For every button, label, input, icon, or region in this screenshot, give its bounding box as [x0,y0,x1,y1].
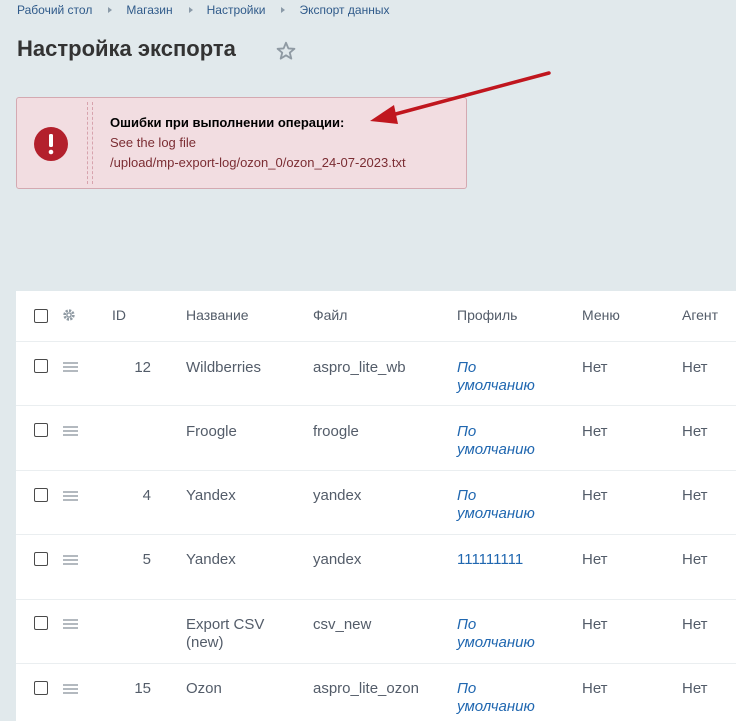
export-profiles-table: ID Название Файл Профиль Меню Агент 12 W… [16,291,736,721]
cell-profile-link[interactable]: По умолчанию [457,616,535,652]
cell-profile-link[interactable]: По умолчанию [457,680,535,716]
row-checkbox[interactable] [34,488,48,502]
breadcrumb-item-settings[interactable]: Настройки [207,3,266,17]
cell-id: 4 [142,487,151,504]
error-icon [34,127,68,161]
table-row[interactable]: Export CSV (new) csv_new По умолчанию Не… [16,600,736,664]
cell-id: 5 [142,551,151,568]
drag-handle-icon[interactable] [63,426,78,436]
favorite-star-icon[interactable] [275,40,297,62]
cell-profile-link[interactable]: По умолчанию [457,487,535,523]
drag-handle-icon[interactable] [63,362,78,372]
breadcrumb: Рабочий стол Магазин Настройки Экспорт д… [17,3,389,17]
breadcrumb-item-desktop[interactable]: Рабочий стол [17,3,92,17]
alert-divider [92,102,93,184]
cell-menu: Нет [582,359,608,376]
cell-name[interactable]: Export CSV (new) [186,616,264,652]
table-header-row: ID Название Файл Профиль Меню Агент [16,291,736,342]
alert-message: See the log file [110,135,197,150]
column-header-profile[interactable]: Профиль [457,307,517,323]
drag-handle-icon[interactable] [63,684,78,694]
cell-file: froogle [313,423,359,440]
cell-profile-link[interactable]: 111111111 [457,551,523,569]
alert-divider [87,102,88,184]
error-alert: Ошибки при выполнении операции: See the … [16,97,467,189]
breadcrumb-separator-icon [281,7,286,13]
cell-profile-link[interactable]: По умолчанию [457,423,535,459]
page-title: Настройка экспорта [17,36,236,61]
select-all-checkbox[interactable] [34,309,48,323]
cell-file: aspro_lite_wb [313,359,406,376]
cell-menu: Нет [582,680,608,697]
cell-menu: Нет [582,423,608,440]
row-checkbox[interactable] [34,616,48,630]
breadcrumb-separator-icon [108,7,113,13]
cell-name[interactable]: Yandex [186,487,236,505]
drag-handle-icon[interactable] [63,555,78,565]
cell-agent: Нет [682,680,708,697]
cell-menu: Нет [582,487,608,504]
cell-agent: Нет [682,359,708,376]
cell-file: aspro_lite_ozon [313,680,419,697]
row-checkbox[interactable] [34,552,48,566]
cell-name[interactable]: Ozon [186,680,222,698]
cell-menu: Нет [582,616,608,633]
breadcrumb-item-export[interactable]: Экспорт данных [299,3,389,17]
cell-file: yandex [313,487,362,504]
table-row[interactable]: 5 Yandex yandex 111111111 Нет Нет [16,535,736,600]
table-row[interactable]: Froogle froogle По умолчанию Нет Нет [16,406,736,471]
row-checkbox[interactable] [34,681,48,695]
cell-name[interactable]: Froogle [186,423,237,441]
alert-log-path: /upload/mp-export-log/ozon_0/ozon_24-07-… [110,155,406,170]
cell-id: 12 [134,359,151,376]
cell-agent: Нет [682,616,708,633]
cell-file: csv_new [313,616,372,633]
alert-title: Ошибки при выполнении операции: [110,115,345,130]
cell-name[interactable]: Yandex [186,551,236,569]
cell-file: yandex [313,551,362,568]
cell-name[interactable]: Wildberries [186,359,261,377]
column-header-agent[interactable]: Агент [682,307,718,323]
cell-menu: Нет [582,551,608,568]
row-checkbox[interactable] [34,423,48,437]
column-header-file[interactable]: Файл [313,307,347,323]
table-row[interactable]: 12 Wildberries aspro_lite_wb По умолчани… [16,342,736,406]
column-header-name[interactable]: Название [186,307,249,323]
breadcrumb-separator-icon [188,7,193,13]
drag-handle-icon[interactable] [63,491,78,501]
table-row[interactable]: 15 Ozon aspro_lite_ozon По умолчанию Нет… [16,664,736,721]
drag-handle-icon[interactable] [63,619,78,629]
breadcrumb-item-shop[interactable]: Магазин [126,3,172,17]
cell-profile-link[interactable]: По умолчанию [457,359,535,395]
cell-id: 15 [134,680,151,697]
column-header-menu[interactable]: Меню [582,307,620,323]
gear-icon[interactable] [62,308,76,322]
cell-agent: Нет [682,551,708,568]
row-checkbox[interactable] [34,359,48,373]
column-header-id[interactable]: ID [112,307,126,323]
cell-agent: Нет [682,423,708,440]
cell-agent: Нет [682,487,708,504]
table-row[interactable]: 4 Yandex yandex По умолчанию Нет Нет [16,471,736,535]
